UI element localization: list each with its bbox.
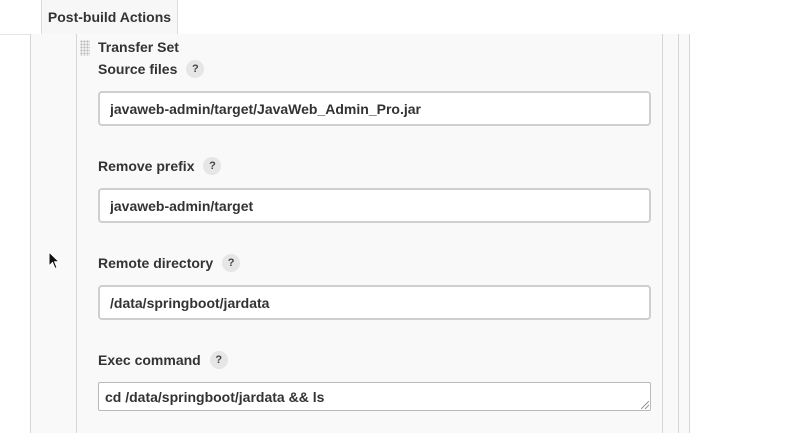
- mouse-pointer-icon: [48, 251, 60, 270]
- remote-directory-input[interactable]: [98, 285, 651, 320]
- remove-prefix-help-icon[interactable]: ?: [203, 157, 222, 175]
- remote-directory-label-text: Remote directory: [98, 255, 214, 271]
- source-files-label: Source files ?: [98, 60, 205, 78]
- remove-prefix-label: Remove prefix ?: [98, 157, 222, 175]
- remote-directory-help-icon[interactable]: ?: [222, 254, 241, 272]
- panel-divider: [678, 34, 679, 433]
- right-gutter: [690, 34, 791, 433]
- source-files-label-text: Source files: [98, 61, 178, 77]
- exec-command-label-text: Exec command: [98, 352, 201, 368]
- source-files-input[interactable]: [98, 91, 651, 126]
- exec-command-label: Exec command ?: [98, 351, 228, 369]
- exec-command-textarea[interactable]: cd /data/springboot/jardata && ls: [98, 382, 651, 411]
- exec-command-value: cd /data/springboot/jardata && ls: [105, 388, 325, 405]
- source-files-help-icon[interactable]: ?: [186, 60, 205, 78]
- drag-handle-icon[interactable]: [80, 40, 90, 56]
- remove-prefix-input[interactable]: [98, 188, 651, 223]
- exec-command-help-icon[interactable]: ?: [209, 351, 228, 369]
- transfer-set-title: Transfer Set: [98, 39, 179, 55]
- tab-post-build-actions[interactable]: Post-build Actions: [41, 0, 178, 34]
- resize-grip-icon[interactable]: [641, 401, 649, 409]
- remote-directory-label: Remote directory ?: [98, 254, 241, 272]
- remove-prefix-label-text: Remove prefix: [98, 158, 195, 174]
